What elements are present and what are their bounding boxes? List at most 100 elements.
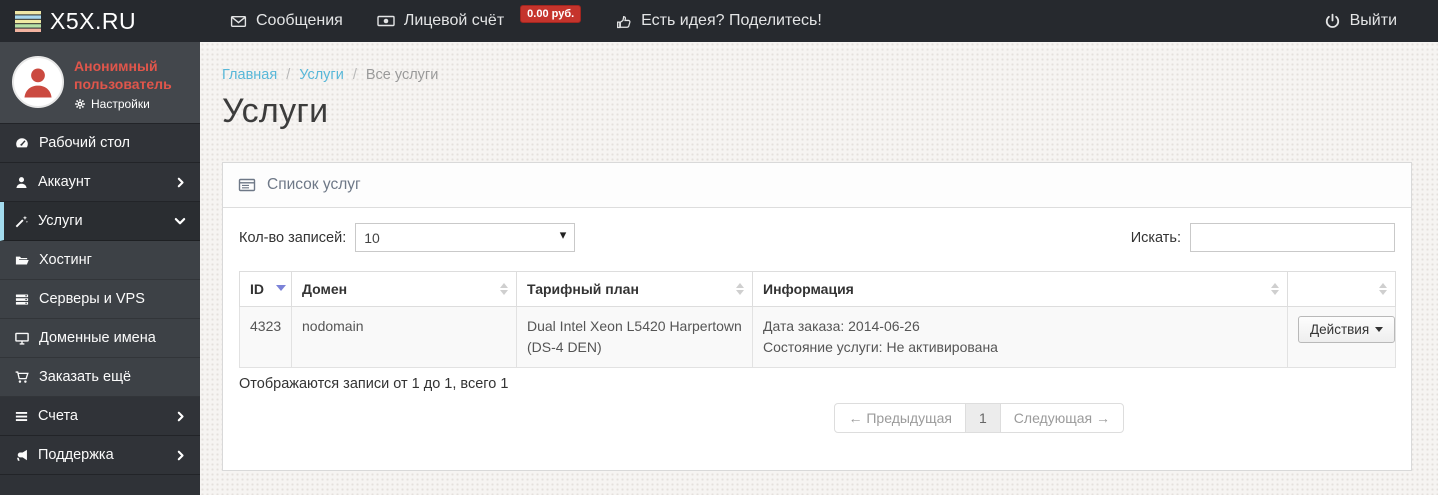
sidebar-item-label: Счета bbox=[38, 408, 78, 424]
envelope-icon bbox=[230, 13, 247, 30]
navbar-item-idea[interactable]: Есть идея? Поделитесь! bbox=[598, 0, 839, 42]
chevron-right-icon bbox=[175, 177, 186, 188]
settings-link[interactable]: Настройки bbox=[74, 97, 194, 111]
pagination-row: ← Предыдущая 1 Следующая → bbox=[239, 403, 1395, 433]
breadcrumb: Главная / Услуги / Все услуги bbox=[222, 67, 1412, 83]
cell-domain: nodomain bbox=[291, 306, 517, 368]
pagination-page-1-button[interactable]: 1 bbox=[965, 403, 1001, 433]
sidebar-menu: Рабочий стол Аккаунт Услуги Хостинг Серв… bbox=[0, 124, 200, 475]
cart-icon bbox=[14, 370, 30, 385]
sidebar-item-label: Аккаунт bbox=[38, 174, 91, 190]
table-controls: Кол-во записей: 10 Искать: bbox=[239, 223, 1395, 252]
search-input[interactable] bbox=[1190, 223, 1395, 252]
logo[interactable]: X5X.RU bbox=[0, 8, 200, 35]
user-icon bbox=[14, 175, 29, 190]
avatar bbox=[12, 56, 64, 108]
page-length-label: Кол-во записей: bbox=[239, 229, 347, 246]
sort-icon bbox=[1379, 283, 1387, 295]
caret-down-icon bbox=[1375, 327, 1384, 332]
user-name: Анонимный пользователь bbox=[74, 58, 172, 92]
sidebar-item-label: Рабочий стол bbox=[39, 135, 131, 151]
order-date: Дата заказа: 2014-06-26 bbox=[763, 318, 920, 334]
breadcrumb-separator: / bbox=[352, 67, 357, 83]
sidebar-item-invoices[interactable]: Счета bbox=[0, 397, 200, 436]
settings-label: Настройки bbox=[91, 97, 150, 111]
navbar-item-label: Сообщения bbox=[256, 12, 343, 29]
column-header-domain[interactable]: Домен bbox=[291, 271, 517, 307]
sidebar-item-dashboard[interactable]: Рабочий стол bbox=[0, 124, 200, 163]
user-panel: Анонимный пользователь Настройки bbox=[0, 42, 200, 124]
sidebar: Анонимный пользователь Настройки Рабочий… bbox=[0, 42, 200, 495]
sidebar-item-services[interactable]: Услуги bbox=[0, 202, 200, 241]
sort-desc-icon bbox=[276, 285, 286, 291]
column-header-plan[interactable]: Тарифный план bbox=[516, 271, 753, 307]
server-icon bbox=[14, 292, 30, 307]
pagination: ← Предыдущая 1 Следующая → bbox=[834, 403, 1124, 433]
actions-dropdown-button[interactable]: Действия bbox=[1298, 316, 1396, 343]
cell-actions: Действия bbox=[1287, 306, 1396, 368]
cell-plan: Dual Intel Xeon L5420 Harpertown (DS-4 D… bbox=[516, 306, 753, 368]
navbar-item-label: Есть идея? Поделитесь! bbox=[641, 12, 822, 29]
navbar-menu: Сообщения Лицевой счёт 0.00 руб. Есть ид… bbox=[213, 0, 839, 42]
column-header-actions[interactable] bbox=[1287, 271, 1396, 307]
sidebar-item-label: Заказать ещё bbox=[39, 369, 132, 385]
thumbs-up-icon bbox=[615, 13, 632, 30]
navbar-item-account-balance[interactable]: Лицевой счёт 0.00 руб. bbox=[360, 0, 598, 42]
column-header-id[interactable]: ID bbox=[239, 271, 292, 307]
sidebar-item-label: Услуги bbox=[38, 213, 83, 229]
sidebar-item-support[interactable]: Поддержка bbox=[0, 436, 200, 475]
panel-title: Список услуг bbox=[267, 176, 361, 193]
services-panel: Список услуг Кол-во записей: 10 Искать: bbox=[222, 162, 1412, 471]
sidebar-item-account[interactable]: Аккаунт bbox=[0, 163, 200, 202]
gear-icon bbox=[74, 98, 86, 110]
main-content: Главная / Услуги / Все услуги Услуги Спи… bbox=[200, 42, 1438, 495]
navbar-item-label: Лицевой счёт bbox=[403, 12, 505, 29]
page-length-select[interactable]: 10 bbox=[355, 223, 576, 252]
sort-icon bbox=[500, 283, 508, 295]
logout-button[interactable]: Выйти bbox=[1307, 0, 1414, 42]
table-icon bbox=[238, 177, 256, 193]
search-label: Искать: bbox=[1130, 229, 1181, 246]
sidebar-item-order-more[interactable]: Заказать ещё bbox=[0, 358, 200, 397]
sidebar-item-hosting[interactable]: Хостинг bbox=[0, 241, 200, 280]
chevron-right-icon bbox=[175, 411, 186, 422]
services-submenu-wrap: Хостинг Серверы и VPS Доменные имена Зак… bbox=[0, 241, 200, 397]
service-status: Состояние услуги: Не активирована bbox=[763, 339, 998, 355]
logout-label: Выйти bbox=[1349, 12, 1397, 29]
list-icon bbox=[14, 409, 29, 424]
services-submenu: Хостинг Серверы и VPS Доменные имена Зак… bbox=[0, 241, 200, 397]
panel-body: Кол-во записей: 10 Искать: bbox=[223, 208, 1411, 470]
sidebar-item-servers-vps[interactable]: Серверы и VPS bbox=[0, 280, 200, 319]
breadcrumb-home[interactable]: Главная bbox=[222, 67, 277, 83]
table-header-row: ID Домен Тарифный план Информация bbox=[239, 271, 1396, 307]
sidebar-item-domains[interactable]: Доменные имена bbox=[0, 319, 200, 358]
page-title: Услуги bbox=[222, 92, 329, 130]
top-navbar: X5X.RU Сообщения Лицевой счёт 0.00 руб. bbox=[0, 0, 1438, 42]
logo-stripes-icon bbox=[13, 9, 43, 34]
column-header-info[interactable]: Информация bbox=[752, 271, 1288, 307]
chevron-down-icon bbox=[174, 215, 186, 227]
table-info: Отображаются записи от 1 до 1, всего 1 bbox=[239, 376, 509, 392]
sidebar-item-label: Поддержка bbox=[38, 447, 114, 463]
power-icon bbox=[1324, 13, 1341, 30]
balance-badge: 0.00 руб. bbox=[520, 5, 582, 23]
sort-icon bbox=[1271, 283, 1279, 295]
dashboard-icon bbox=[14, 135, 30, 151]
sidebar-item-label: Серверы и VPS bbox=[39, 291, 145, 307]
sort-icon bbox=[736, 283, 744, 295]
panel-heading: Список услуг bbox=[223, 163, 1411, 208]
money-icon bbox=[377, 13, 395, 29]
sidebar-item-label: Хостинг bbox=[39, 252, 92, 268]
folder-open-icon bbox=[14, 253, 30, 268]
pagination-previous-button[interactable]: ← Предыдущая bbox=[834, 403, 966, 433]
pagination-next-button[interactable]: Следующая → bbox=[999, 403, 1124, 433]
breadcrumb-services[interactable]: Услуги bbox=[299, 67, 344, 83]
navbar-item-messages[interactable]: Сообщения bbox=[213, 0, 360, 42]
logo-text: X5X.RU bbox=[50, 7, 137, 34]
cell-id: 4323 bbox=[239, 306, 292, 368]
breadcrumb-separator: / bbox=[286, 67, 291, 83]
bullhorn-icon bbox=[14, 448, 29, 463]
table-row: 4323 nodomain Dual Intel Xeon L5420 Harp… bbox=[239, 306, 1396, 368]
sidebar-item-label: Доменные имена bbox=[39, 330, 156, 346]
breadcrumb-current: Все услуги bbox=[365, 67, 439, 83]
